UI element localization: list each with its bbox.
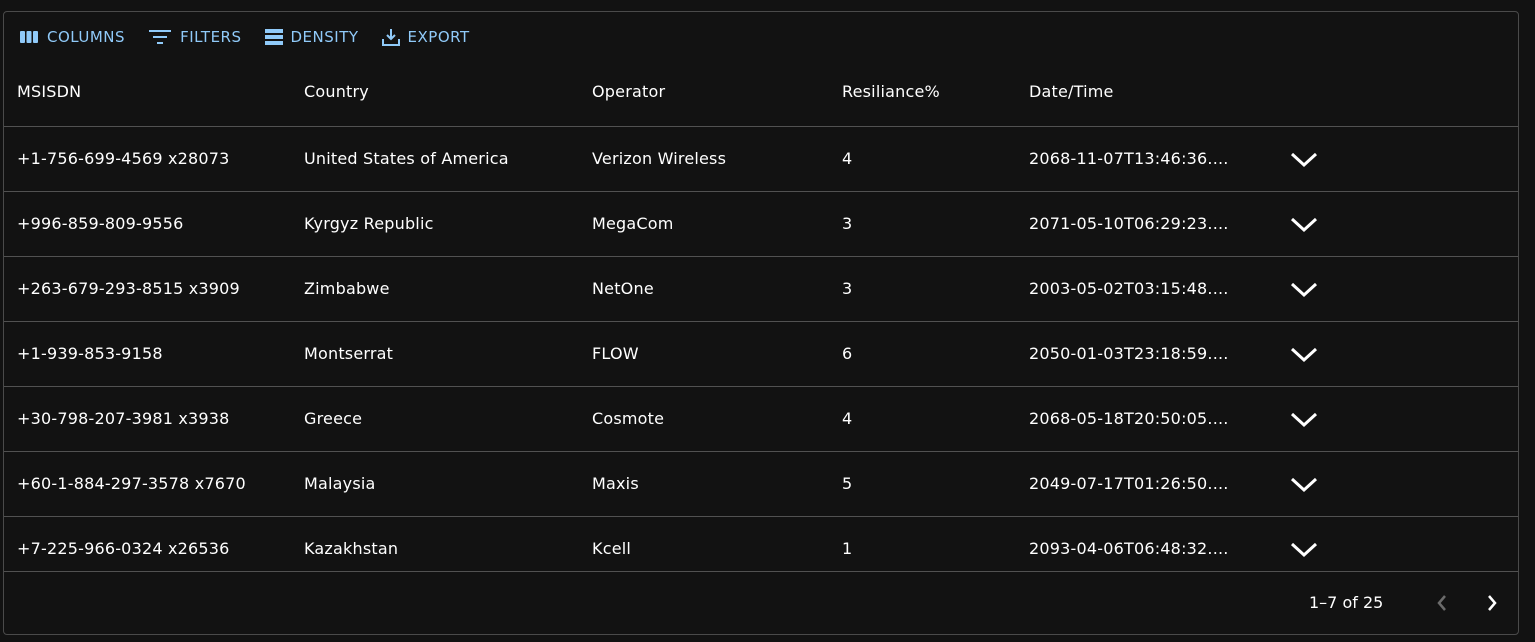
table-row[interactable]: +996-859-809-9556 Kyrgyz Republic MegaCo… [4,192,1518,257]
cell-country: Montserrat [304,344,394,363]
cell-datetime: 2071-05-10T06:29:23.... [1029,214,1229,233]
cell-country: Kazakhstan [304,539,399,558]
cell-msisdn: +30-798-207-3981 x3938 [17,409,230,428]
chevron-down-icon[interactable] [1288,342,1320,368]
table-row[interactable]: +1-939-853-9158 Montserrat FLOW 6 2050-0… [4,322,1518,387]
cell-country: Greece [304,409,363,428]
cell-resiliance: 6 [842,344,853,363]
grid-body: +1-756-699-4569 x28073 United States of … [4,127,1518,571]
cell-operator: Maxis [592,474,639,493]
cell-msisdn: +1-939-853-9158 [17,344,163,363]
column-header-operator[interactable]: Operator [592,62,665,126]
cell-datetime: 2050-01-03T23:18:59.... [1029,344,1229,363]
export-label: EXPORT [407,28,470,46]
export-button[interactable]: EXPORT [377,24,475,50]
grid-footer: 1–7 of 25 [4,571,1518,634]
cell-country: Malaysia [304,474,376,493]
cell-operator: Cosmote [592,409,665,428]
chevron-right-icon[interactable] [1478,589,1506,617]
column-header-country[interactable]: Country [304,62,369,126]
cell-resiliance: 1 [842,539,853,558]
chevron-left-icon[interactable] [1428,589,1456,617]
density-icon [264,28,283,46]
cell-country: Zimbabwe [304,279,390,298]
cell-resiliance: 4 [842,409,853,428]
chevron-down-icon[interactable] [1288,212,1320,238]
filters-button[interactable]: FILTERS [143,24,246,50]
cell-msisdn: +996-859-809-9556 [17,214,184,233]
table-row[interactable]: +1-756-699-4569 x28073 United States of … [4,127,1518,192]
table-row[interactable]: +263-679-293-8515 x3909 Zimbabwe NetOne … [4,257,1518,322]
column-header-datetime[interactable]: Date/Time [1029,62,1114,126]
cell-msisdn: +1-756-699-4569 x28073 [17,149,230,168]
grid-toolbar: COLUMNS FILTERS DENSITY EXPORT [4,12,1518,62]
columns-label: COLUMNS [47,28,126,46]
data-grid: COLUMNS FILTERS DENSITY EXPORT MSISDN Co… [3,11,1519,635]
cell-datetime: 2003-05-02T03:15:48.... [1029,279,1229,298]
cell-operator: MegaCom [592,214,674,233]
cell-msisdn: +7-225-966-0324 x26536 [17,539,230,558]
density-label: DENSITY [290,28,359,46]
filters-label: FILTERS [180,28,242,46]
chevron-down-icon[interactable] [1288,472,1320,498]
table-row[interactable]: +60-1-884-297-3578 x7670 Malaysia Maxis … [4,452,1518,517]
cell-operator: Verizon Wireless [592,149,727,168]
cell-country: United States of America [304,149,509,168]
chevron-down-icon[interactable] [1288,407,1320,433]
cell-country: Kyrgyz Republic [304,214,434,233]
column-headers: MSISDN Country Operator Resiliance% Date… [4,62,1518,127]
cell-msisdn: +60-1-884-297-3578 x7670 [17,474,246,493]
cell-operator: FLOW [592,344,639,363]
chevron-down-icon[interactable] [1288,277,1320,303]
cell-operator: NetOne [592,279,654,298]
cell-datetime: 2068-11-07T13:46:36.... [1029,149,1229,168]
table-row[interactable]: +7-225-966-0324 x26536 Kazakhstan Kcell … [4,517,1518,571]
filter-list-icon [148,28,172,46]
cell-resiliance: 4 [842,149,853,168]
cell-datetime: 2049-07-17T01:26:50.... [1029,474,1229,493]
cell-resiliance: 5 [842,474,853,493]
chevron-down-icon[interactable] [1288,147,1320,173]
cell-msisdn: +263-679-293-8515 x3909 [17,279,240,298]
column-header-msisdn[interactable]: MSISDN [17,62,81,126]
column-header-resiliance[interactable]: Resiliance% [842,62,940,126]
cell-datetime: 2068-05-18T20:50:05.... [1029,409,1229,428]
download-icon [381,28,400,46]
columns-button[interactable]: COLUMNS [14,24,130,50]
cell-resiliance: 3 [842,214,853,233]
chevron-down-icon[interactable] [1288,537,1320,563]
cell-datetime: 2093-04-06T06:48:32.... [1029,539,1229,558]
pagination-text: 1–7 of 25 [1309,593,1384,612]
cell-resiliance: 3 [842,279,853,298]
view-column-icon [19,29,39,45]
density-button[interactable]: DENSITY [260,24,364,50]
cell-operator: Kcell [592,539,632,558]
table-row[interactable]: +30-798-207-3981 x3938 Greece Cosmote 4 … [4,387,1518,452]
